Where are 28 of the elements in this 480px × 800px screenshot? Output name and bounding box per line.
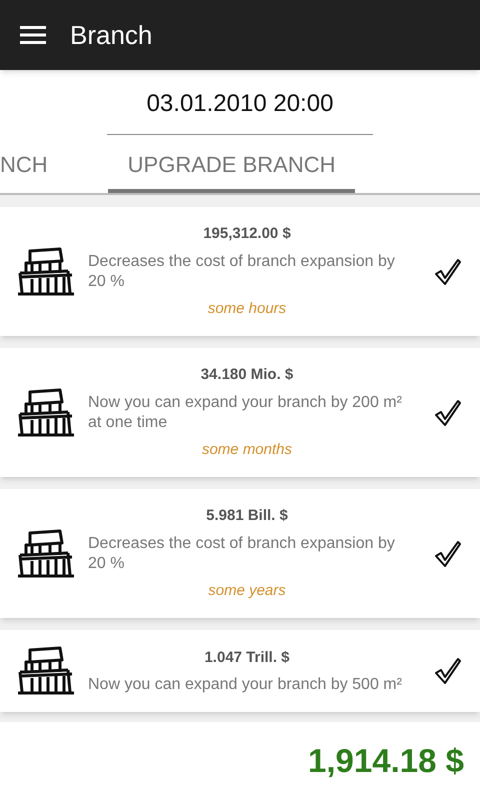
date-field[interactable]: 03.01.2010 20:00: [107, 86, 373, 135]
upgrade-price: 34.180 Mio. $: [200, 365, 294, 385]
building-icon: [16, 528, 76, 578]
upgrade-duration: some months: [202, 440, 292, 460]
upgrade-price: 1.047 Trill. $: [204, 648, 290, 668]
check-icon: [434, 540, 462, 568]
tab[interactable]: NCH: [0, 148, 48, 193]
upgrade-description: Decreases the cost of branch expansion by 20 %: [88, 534, 396, 574]
upgrade-duration: some years: [208, 580, 286, 600]
menu-icon[interactable]: [20, 25, 46, 45]
upgrade-price: 5.981 Bill. $: [206, 506, 288, 526]
building-icon: [16, 388, 76, 438]
building-icon: [16, 246, 76, 296]
upgrade-description: Now you can expand your branch by 200 m² at one time: [88, 392, 403, 432]
check-icon: [434, 258, 462, 286]
upgrade-card[interactable]: 195,312.00 $ Decreases the cost of branch expansion by 20 % some hours: [0, 207, 480, 336]
building-icon: [16, 646, 76, 696]
app-bar-title: Branch: [70, 18, 152, 52]
upgrade-price: 195,312.00 $: [203, 224, 291, 244]
balance: 1,914.18 $: [308, 741, 464, 782]
upgrade-card[interactable]: 5.981 Bill. $ Decreases the cost of branch expansion by 20 % some years: [0, 489, 480, 618]
check-icon: [434, 398, 462, 426]
upgrade-card[interactable]: 34.180 Mio. $ Now you can expand your branch by 200 m² at one time some months: [0, 348, 480, 477]
upgrade-duration: some hours: [208, 298, 286, 318]
upgrade-card[interactable]: 1.047 Trill. $ Now you can expand your branch by 500 m²: [0, 630, 480, 712]
check-icon: [434, 657, 462, 685]
upgrade-description: Decreases the cost of branch expansion by 20 %: [88, 252, 396, 292]
upgrade-description: Now you can expand your branch by 500 m²: [88, 675, 402, 696]
